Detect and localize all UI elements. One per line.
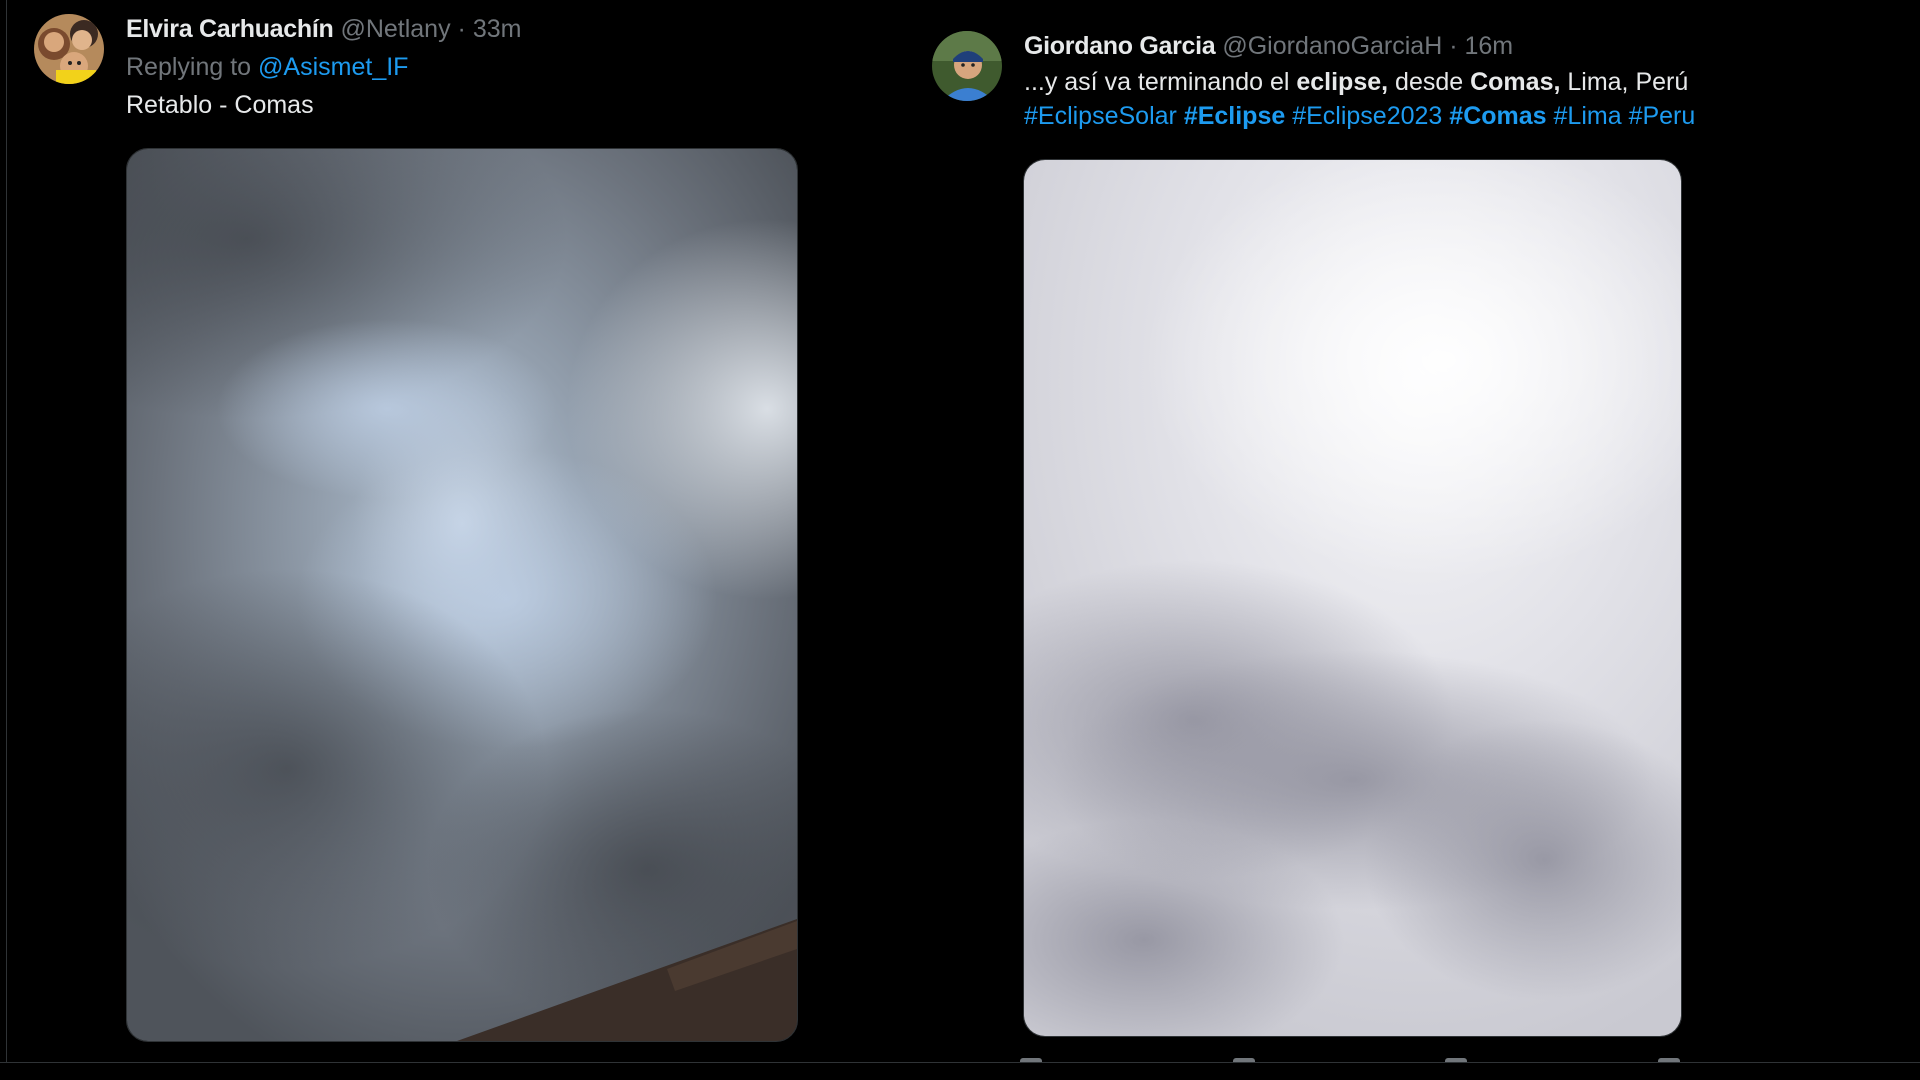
- hashtag-link[interactable]: #Peru: [1629, 102, 1696, 130]
- avatar[interactable]: [34, 14, 104, 84]
- separator-dot: ·: [457, 15, 466, 43]
- tweet-body: Elvira Carhuachín @Netlany · 33m Replyin…: [126, 14, 914, 122]
- tweet-body: Giordano Garcia @GiordanoGarciaH · 16m .…: [1024, 31, 1892, 133]
- hashtag-link[interactable]: #Eclipse: [1184, 102, 1285, 130]
- avatar[interactable]: [932, 31, 1002, 101]
- hashtag-link[interactable]: #EclipseSolar: [1024, 102, 1177, 130]
- display-name[interactable]: Giordano Garcia: [1024, 32, 1216, 60]
- tweet-text-bold: Comas,: [1470, 68, 1561, 96]
- hashtag-list: #EclipseSolar #Eclipse #Eclipse2023 #Com…: [1024, 99, 1892, 133]
- tweet-photo[interactable]: [126, 148, 798, 1042]
- timeline-left-border: [6, 0, 7, 1062]
- display-name[interactable]: Elvira Carhuachín: [126, 15, 334, 43]
- replying-to-label: Replying to: [126, 53, 252, 81]
- replying-to-line: Replying to @Asismet_IF: [126, 52, 914, 82]
- tweet-text-part: desde: [1388, 68, 1471, 96]
- tweet-text-bold: eclipse,: [1296, 68, 1389, 96]
- tweet-text-part: ...y así va terminando el: [1024, 68, 1297, 96]
- tweet-text-part: Lima, Perú: [1560, 68, 1689, 96]
- hashtag-link[interactable]: #Lima: [1554, 102, 1622, 130]
- hashtag-link[interactable]: #Eclipse2023: [1292, 102, 1442, 130]
- tweet-text: ...y así va terminando el eclipse, desde…: [1024, 65, 1892, 99]
- tweet-photo[interactable]: [1023, 159, 1682, 1037]
- tweet-header: Giordano Garcia @GiordanoGarciaH · 16m: [1024, 31, 1892, 61]
- user-handle[interactable]: @GiordanoGarciaH: [1222, 32, 1442, 60]
- user-handle[interactable]: @Netlany: [340, 15, 450, 43]
- separator-dot: ·: [1449, 32, 1458, 60]
- hashtag-link[interactable]: #Comas: [1449, 102, 1546, 130]
- tweet-text: Retablo - Comas: [126, 91, 314, 119]
- timeline-bottom-border: [0, 1062, 1920, 1063]
- replying-to-mention[interactable]: @Asismet_IF: [258, 53, 408, 81]
- tweet-header: Elvira Carhuachín @Netlany · 33m: [126, 14, 914, 44]
- timestamp[interactable]: 16m: [1465, 32, 1514, 60]
- timestamp[interactable]: 33m: [473, 15, 522, 43]
